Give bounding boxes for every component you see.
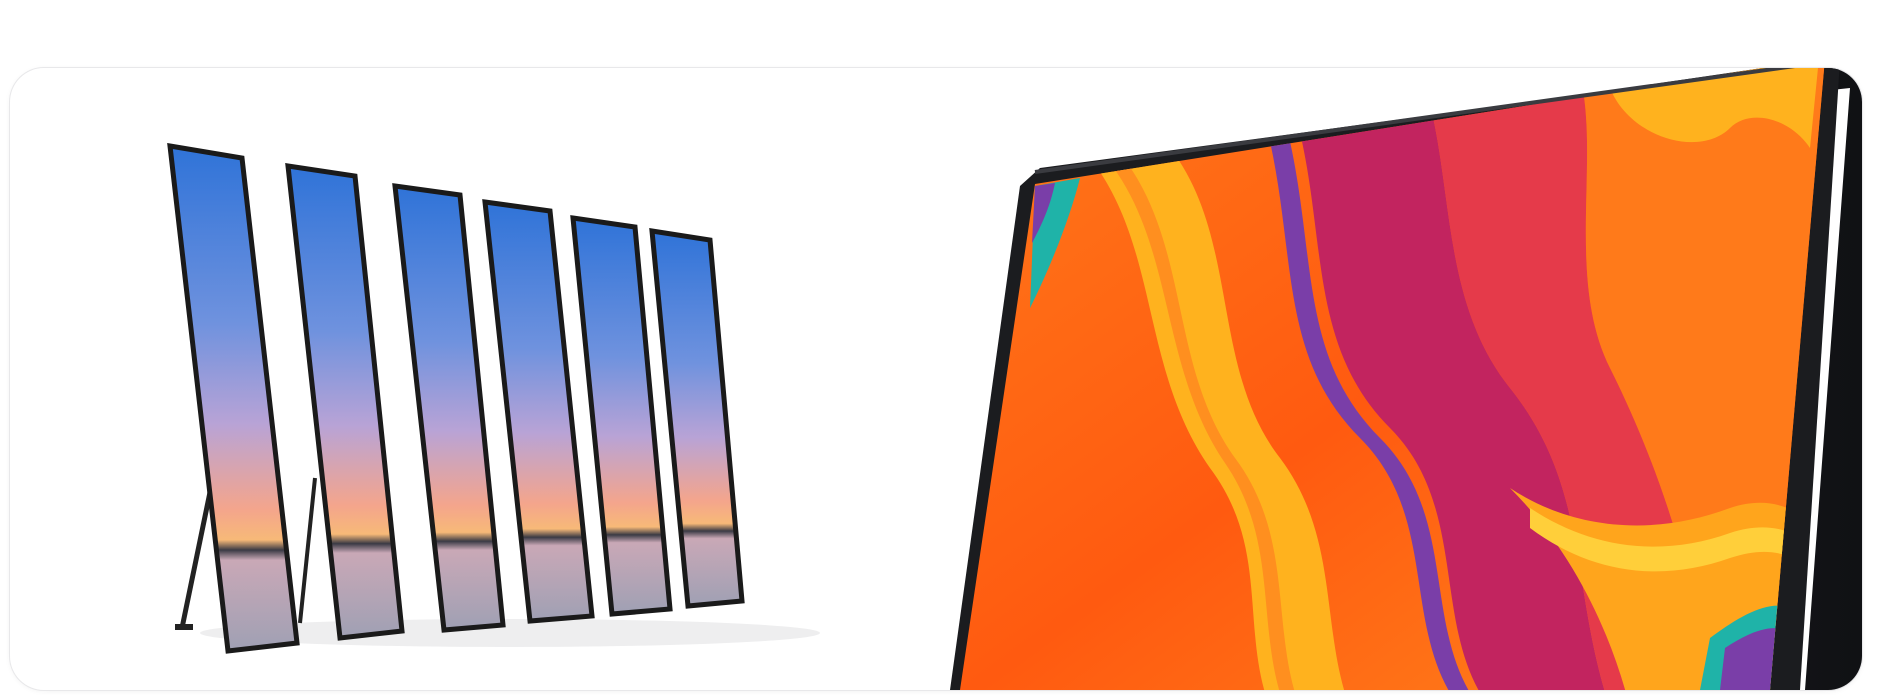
led-panel: [392, 183, 506, 633]
large-display-monitor: [950, 68, 1862, 690]
monitor-screen: [960, 68, 1825, 690]
product-illustration: [167, 68, 1862, 690]
poster-led-screens: [167, 142, 745, 654]
led-panel: [167, 142, 300, 654]
product-card: [10, 68, 1862, 690]
